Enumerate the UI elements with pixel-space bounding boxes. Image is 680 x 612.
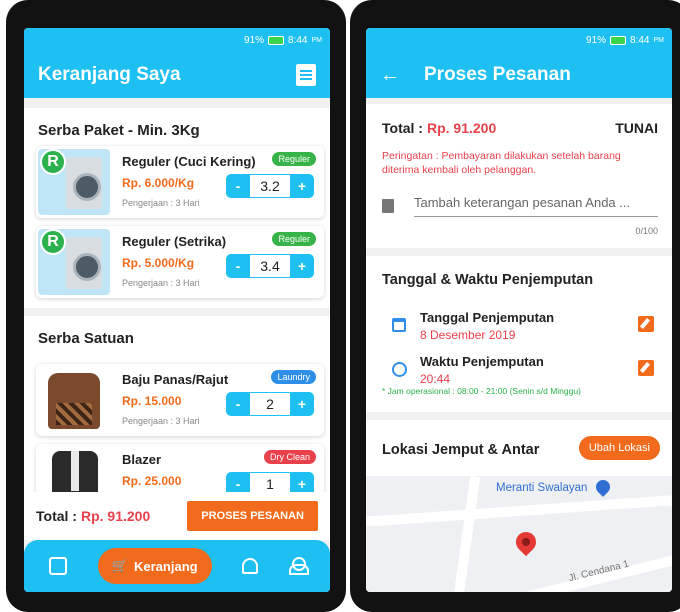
- map-view[interactable]: Meranti Swalayan Jl. Cendana 1: [366, 476, 672, 592]
- phone-right: 91% 8:44 PM ← Proses Pesanan Total : Rp.…: [350, 0, 680, 612]
- status-bar: 91% 8:44 PM: [24, 28, 330, 52]
- note-counter: 0/100: [635, 226, 658, 236]
- section-title: Serba Paket - Min. 3Kg: [38, 122, 200, 139]
- app-bar: Keranjang Saya: [24, 52, 330, 98]
- sweater-icon: [48, 373, 100, 429]
- pickup-time-value: 20:44: [420, 372, 451, 386]
- page-title: Proses Pesanan: [424, 64, 571, 85]
- pickup-date-label: Tanggal Penjemputan: [420, 310, 555, 325]
- back-arrow-icon[interactable]: ←: [380, 64, 400, 87]
- payment-method: TUNAI: [615, 120, 658, 136]
- total-label: Total :: [36, 508, 77, 524]
- quantity-value[interactable]: 3.2: [250, 174, 290, 198]
- washer-icon: [66, 237, 102, 289]
- operating-hours-note: * Jam operasional : 08:00 - 21:00 (Senin…: [382, 386, 581, 396]
- section-title: Lokasi Jemput & Antar: [382, 442, 540, 458]
- cart-item: Baju Panas/Rajut Laundry Rp. 15.000 Peng…: [36, 364, 324, 436]
- nav-cart[interactable]: 🛒 Keranjang: [97, 548, 212, 584]
- item-tag: Reguler: [272, 232, 316, 246]
- edit-icon[interactable]: [638, 316, 654, 332]
- clock: 8:44: [288, 34, 308, 46]
- document-icon: [382, 199, 394, 213]
- order-screen: 91% 8:44 PM ← Proses Pesanan Total : Rp.…: [366, 28, 672, 592]
- page-title: Keranjang Saya: [38, 64, 181, 85]
- item-name: Reguler (Cuci Kering): [122, 154, 256, 169]
- item-tag: Reguler: [272, 152, 316, 166]
- map-place-label: Meranti Swalayan: [496, 482, 588, 494]
- map-road: [366, 495, 672, 527]
- item-duration: Pengerjaan : 3 Hari: [122, 416, 200, 426]
- pickup-date-row[interactable]: Tanggal Penjemputan 8 Desember 2019: [388, 310, 658, 350]
- cart-screen: 91% 8:44 PM Keranjang Saya Serba Paket -…: [24, 28, 330, 592]
- item-price: Rp. 6.000/Kg: [122, 176, 195, 190]
- clock: 8:44: [630, 34, 650, 46]
- item-duration: Pengerjaan : 3 Hari: [122, 198, 200, 208]
- change-location-button[interactable]: Ubah Lokasi: [578, 436, 660, 460]
- total-label: Total :: [382, 120, 423, 136]
- battery-icon: [610, 35, 627, 45]
- receipt-icon[interactable]: [296, 64, 316, 86]
- quantity-stepper: - 2 +: [226, 392, 314, 416]
- item-name: Baju Panas/Rajut: [122, 372, 229, 387]
- increment-button[interactable]: +: [290, 174, 314, 198]
- section-title: Serba Satuan: [38, 330, 134, 347]
- clock-ampm: PM: [653, 36, 665, 44]
- cart-item: R Reguler (Setrika) Reguler Rp. 5.000/Kg…: [36, 226, 324, 298]
- clock-ampm: PM: [311, 36, 323, 44]
- edit-icon[interactable]: [638, 360, 654, 376]
- nav-cart-label: Keranjang: [134, 558, 198, 574]
- decrement-button[interactable]: -: [226, 174, 250, 198]
- cart-item: R Reguler (Cuci Kering) Reguler Rp. 6.00…: [36, 146, 324, 218]
- washer-icon: [66, 157, 102, 209]
- quantity-stepper: - 3.2 +: [226, 174, 314, 198]
- section-title: Tanggal & Waktu Penjemputan: [382, 272, 594, 288]
- map-road: [453, 476, 481, 592]
- total-value: Rp. 91.200: [426, 120, 497, 136]
- decrement-button[interactable]: -: [226, 254, 250, 278]
- shop-pin-icon: [593, 477, 613, 497]
- item-tag: Dry Clean: [263, 450, 316, 464]
- location-pin-icon: [511, 527, 541, 557]
- item-duration: Pengerjaan : 3 Hari: [122, 278, 200, 288]
- phone-left: 91% 8:44 PM Keranjang Saya Serba Paket -…: [6, 0, 346, 612]
- item-image: [38, 367, 110, 433]
- regular-badge-icon: R: [40, 149, 66, 175]
- note-input[interactable]: Tambah keterangan pesanan Anda ...: [414, 195, 658, 217]
- increment-button[interactable]: +: [290, 254, 314, 278]
- regular-badge-icon: R: [40, 229, 66, 255]
- status-bar: 91% 8:44 PM: [366, 28, 672, 52]
- timer-icon: [392, 362, 407, 377]
- item-price: Rp. 15.000: [122, 394, 182, 408]
- cart-icon: 🛒: [111, 558, 128, 573]
- bottom-nav: 🛒 Keranjang: [24, 540, 330, 592]
- app-bar: ← Proses Pesanan: [366, 52, 672, 98]
- user-icon[interactable]: [288, 557, 309, 575]
- quantity-stepper: - 3.4 +: [226, 254, 314, 278]
- battery-level: 91%: [586, 34, 607, 46]
- item-price: Rp. 25.000: [122, 474, 182, 488]
- battery-level: 91%: [244, 34, 265, 46]
- total-bar: Total : Rp. 91.200 PROSES PESANAN: [24, 492, 330, 540]
- pickup-date-value: 8 Desember 2019: [420, 328, 516, 342]
- item-name: Blazer: [122, 452, 162, 467]
- item-tag: Laundry: [271, 370, 316, 384]
- decrement-button[interactable]: -: [226, 392, 250, 416]
- bell-icon[interactable]: [242, 558, 259, 574]
- increment-button[interactable]: +: [290, 392, 314, 416]
- quantity-value[interactable]: 3.4: [250, 254, 290, 278]
- pickup-time-label: Waktu Penjemputan: [420, 354, 544, 369]
- payment-warning: Peringatan : Pembayaran dilakukan setela…: [382, 150, 621, 176]
- laundry-icon[interactable]: [49, 557, 68, 575]
- total-row: Total : Rp. 91.200 TUNAI: [382, 120, 658, 136]
- calendar-icon: [392, 318, 406, 332]
- item-image: R: [38, 149, 110, 215]
- item-name: Reguler (Setrika): [122, 234, 227, 249]
- process-order-button[interactable]: PROSES PESANAN: [187, 501, 318, 531]
- item-price: Rp. 5.000/Kg: [122, 256, 195, 270]
- note-field: Tambah keterangan pesanan Anda ...: [382, 192, 658, 220]
- item-image: R: [38, 229, 110, 295]
- quantity-value[interactable]: 2: [250, 392, 290, 416]
- total-value: Rp. 91.200: [80, 508, 151, 524]
- battery-icon: [268, 35, 285, 45]
